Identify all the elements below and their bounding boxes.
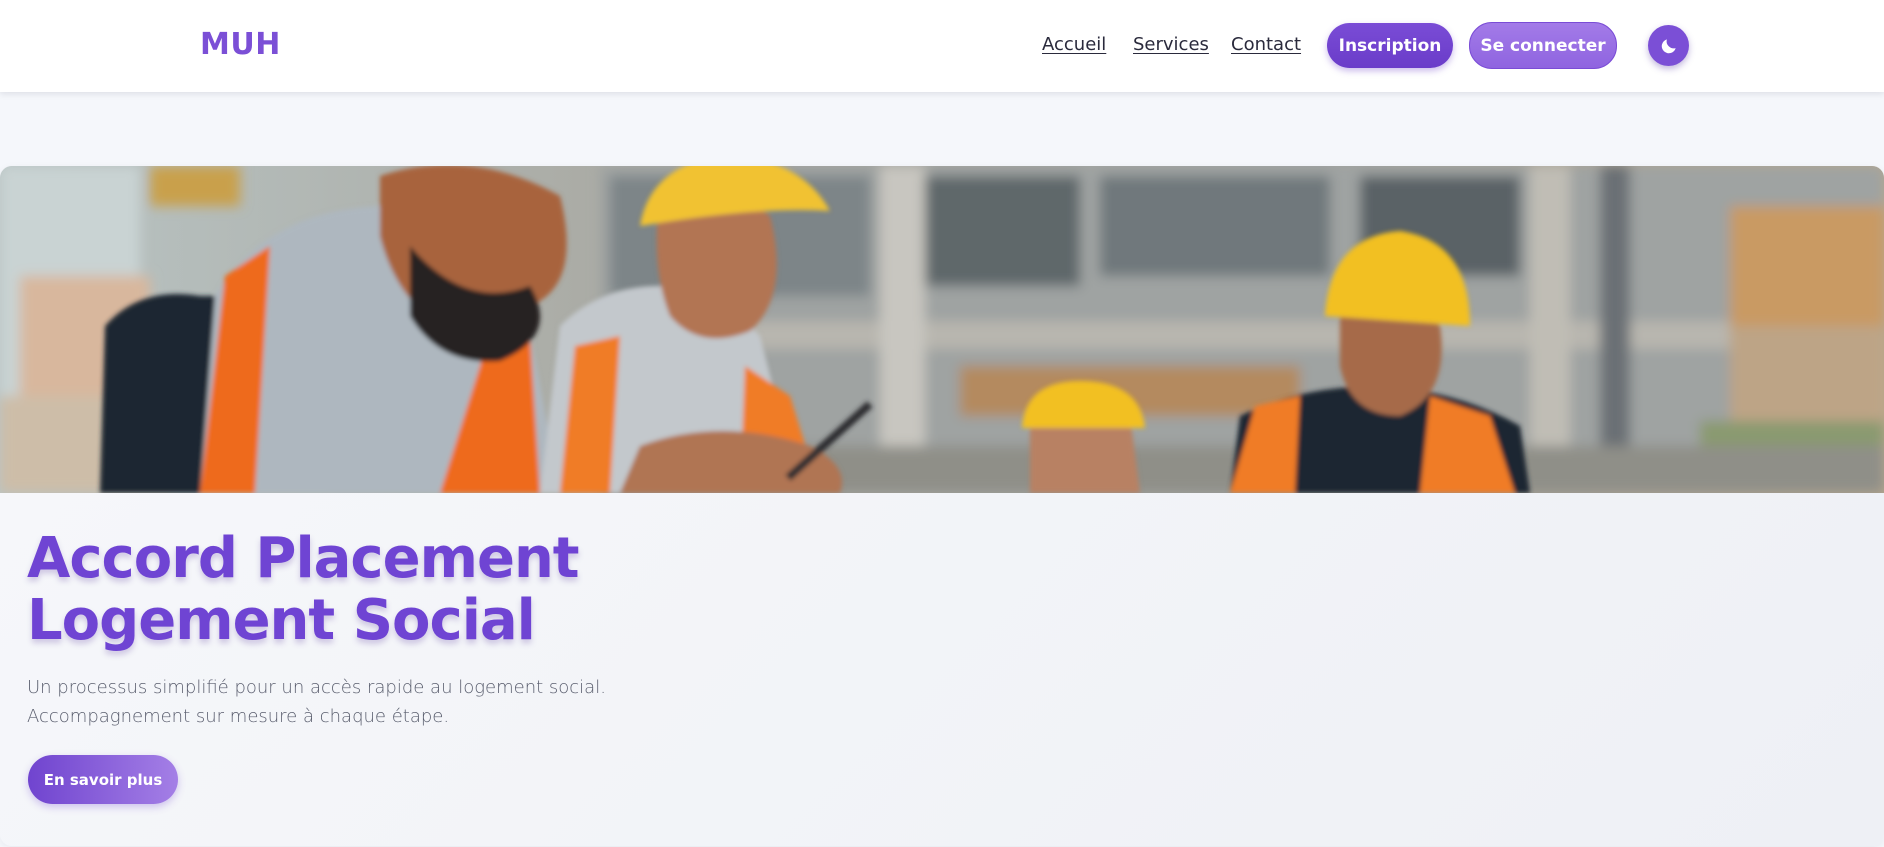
theme-toggle-button[interactable] [1648,25,1689,66]
hero-image [0,166,1884,493]
learn-more-button[interactable]: En savoir plus [28,755,178,804]
login-button[interactable]: Se connecter [1469,22,1617,69]
nav-link-services[interactable]: Services [1133,34,1209,55]
logo[interactable]: MUH [200,27,281,62]
construction-workers-photo [0,166,1884,493]
moon-icon [1661,38,1676,53]
nav-link-accueil[interactable]: Accueil [1042,34,1106,55]
nav-link-contact[interactable]: Contact [1231,34,1301,55]
hero-subtitle-line-1: Un processus simplifié pour un accès rap… [27,677,606,698]
signup-button[interactable]: Inscription [1327,23,1453,68]
hero-subtitle: Un processus simplifié pour un accès rap… [27,673,606,731]
hero-title-line-1: Accord Placement [27,526,580,591]
hero-title: Accord Placement Logement Social [27,526,580,653]
hero-section: Accord Placement Logement Social Un proc… [0,166,1884,846]
hero-title-line-2: Logement Social [27,588,536,653]
hero-subtitle-line-2: Accompagnement sur mesure à chaque étape… [27,706,450,727]
top-navbar: MUH Accueil Services Contact Inscription… [0,0,1884,92]
